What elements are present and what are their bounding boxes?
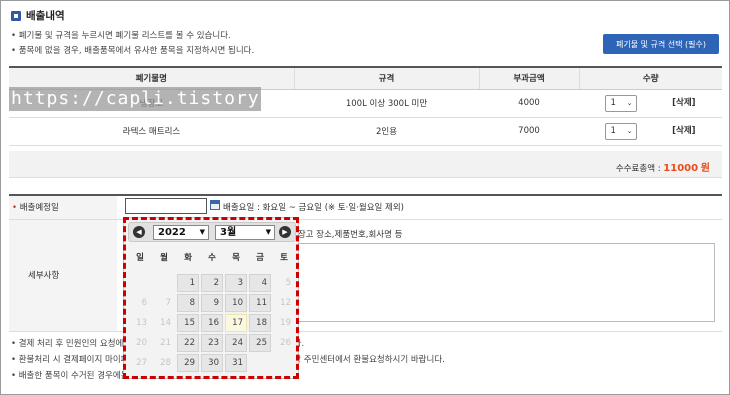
form-label-column: [9, 196, 117, 332]
next-month-icon[interactable]: ▶: [279, 226, 291, 238]
day-cell: 6: [141, 298, 147, 308]
day-cell[interactable]: 9: [201, 294, 223, 312]
detail-textarea[interactable]: [290, 243, 715, 322]
form-row-divider: [9, 331, 722, 332]
datepicker-popup: ◀ 2022 ▼ 3월 ▼ ▶ 일월화수목금토 1 2 3 4 5 6 7 8 9 10 11 12 13 1…: [123, 217, 299, 379]
waste-name[interactable]: 라텍스 매트리스: [9, 117, 294, 146]
month-select[interactable]: 3월 ▼: [215, 225, 275, 240]
weekday-label: 수: [208, 253, 216, 263]
day-cell[interactable]: 8: [177, 294, 199, 312]
note-item: 품목에 없을 경우, 배출품목에서 유사한 품목을 지정하시면 됩니다.: [11, 44, 254, 59]
weekday-label: 월: [160, 253, 168, 263]
day-cell[interactable]: 25: [249, 334, 271, 352]
day-grid: 1 2 3 4 5 6 7 8 9 10 11 12 13 14 15 16 17 18 19 20 21 22 23 24 2…: [128, 273, 296, 373]
day-cell[interactable]: 2: [201, 274, 223, 292]
total-bar: 수수료총액 : 11000 원: [9, 151, 722, 178]
year-select[interactable]: 2022 ▼: [153, 225, 209, 240]
weekday-label: 금: [256, 253, 264, 263]
day-cell[interactable]: 16: [201, 314, 223, 332]
day-cell[interactable]: 11: [249, 294, 271, 312]
day-cell: 28: [160, 358, 171, 368]
qty-cell: 1 ⌄ [삭제]: [579, 117, 722, 146]
day-cell[interactable]: 22: [177, 334, 199, 352]
col-header-qty: 수량: [578, 66, 722, 90]
day-cell: 13: [136, 318, 147, 328]
day-cell[interactable]: 24: [225, 334, 247, 352]
detail-hint: 냉장고 장소,제품번호,회사명 등: [290, 230, 403, 240]
day-cell[interactable]: 18: [249, 314, 271, 332]
col-header-fee: 부과금액: [478, 66, 579, 90]
day-cell[interactable]: 4: [249, 274, 271, 292]
day-cell[interactable]: 31: [225, 354, 247, 372]
table-row: 라텍스 매트리스 2인용 7000 1 ⌄ [삭제]: [9, 117, 722, 146]
chevron-down-icon: ▼: [199, 228, 205, 236]
empty-day: [153, 274, 175, 292]
watermark: https://capli.tistory.com: [9, 87, 261, 111]
quantity-select[interactable]: 1 ⌄: [605, 94, 638, 112]
col-header-spec: 규격: [293, 66, 479, 90]
date-label-text: 배출예정일: [19, 203, 59, 213]
section-title-text: 배출내역: [26, 10, 65, 22]
total-unit: 원: [700, 163, 710, 174]
day-cell[interactable]: 17: [225, 314, 247, 332]
delete-link[interactable]: [삭제]: [672, 98, 695, 108]
waste-fee: 7000: [479, 117, 579, 146]
chevron-down-icon: ⌄: [626, 127, 633, 135]
prev-month-icon[interactable]: ◀: [133, 226, 145, 238]
chevron-down-icon: ⌄: [626, 99, 633, 107]
top-notes: 폐기물 및 규격을 누르시면 폐기물 리스트를 볼 수 있습니다. 품목에 없을…: [11, 29, 254, 59]
day-cell: 27: [136, 358, 147, 368]
empty-day: [249, 354, 271, 372]
day-cell: 19: [280, 318, 291, 328]
total-label: 수수료총액 :: [615, 164, 661, 174]
day-cell[interactable]: 23: [201, 334, 223, 352]
qty-cell: 1 ⌄ [삭제]: [579, 89, 722, 118]
calendar-icon[interactable]: [210, 200, 220, 210]
day-cell: 5: [285, 278, 291, 288]
empty-day: [273, 354, 295, 372]
quantity-select[interactable]: 1 ⌄: [605, 122, 638, 140]
select-waste-button[interactable]: 폐기물 및 규격 선택 (필수): [603, 34, 719, 54]
day-cell: 7: [165, 298, 171, 308]
day-cell: 21: [160, 338, 171, 348]
weekday-label: 화: [184, 253, 192, 263]
datepicker-header: ◀ 2022 ▼ 3월 ▼ ▶: [128, 222, 296, 242]
day-cell[interactable]: 10: [225, 294, 247, 312]
day-cell[interactable]: 30: [201, 354, 223, 372]
day-cell: 26: [280, 338, 291, 348]
chevron-down-icon: ▼: [265, 228, 271, 236]
required-bullet: •: [12, 203, 18, 213]
weekday-label: 목: [232, 253, 240, 263]
empty-day: [129, 274, 151, 292]
day-cell[interactable]: 1: [177, 274, 199, 292]
col-header-name: 폐기물명: [9, 66, 294, 90]
weekday-header: 일월화수목금토: [128, 251, 296, 263]
day-cell[interactable]: 29: [177, 354, 199, 372]
waste-spec: 100L 이상 300L 미만: [294, 89, 479, 118]
note-item: 폐기물 및 규격을 누르시면 폐기물 리스트를 볼 수 있습니다.: [11, 29, 254, 44]
waste-spec: 2인용: [294, 117, 479, 146]
total-fee: 수수료총액 : 11000 원: [616, 159, 710, 174]
day-cell[interactable]: 3: [225, 274, 247, 292]
section-title: 배출내역: [11, 8, 65, 23]
waste-fee: 4000: [479, 89, 579, 118]
form-row-divider: [9, 219, 722, 220]
date-input[interactable]: [125, 198, 207, 214]
day-cell[interactable]: 15: [177, 314, 199, 332]
section-icon: [11, 10, 21, 21]
date-label: • 배출예정일: [12, 201, 59, 213]
day-cell: 12: [280, 298, 291, 308]
detail-label: 세부사항: [28, 271, 60, 281]
date-hint: 배출요일 : 화요일 ~ 금요일 (※ 토·일·월요일 제외): [223, 203, 404, 213]
total-amount: 11000: [663, 163, 699, 174]
delete-link[interactable]: [삭제]: [672, 126, 695, 136]
day-cell: 14: [160, 318, 171, 328]
day-cell: 20: [136, 338, 147, 348]
weekday-label: 일: [136, 253, 144, 263]
weekday-label: 토: [280, 253, 288, 263]
